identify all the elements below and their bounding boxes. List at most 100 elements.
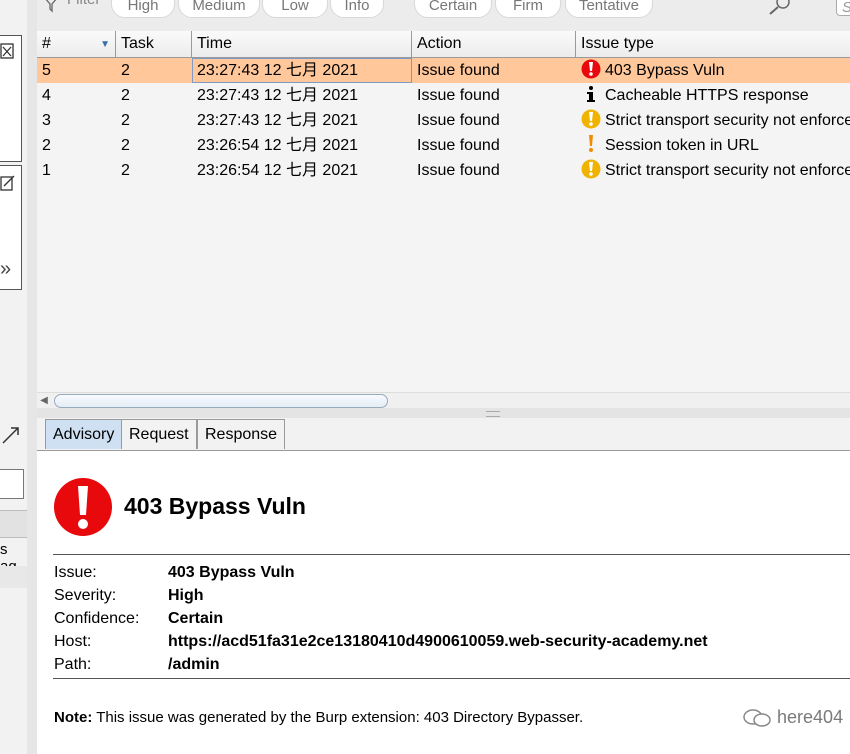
- cell-issue-type: 403 Bypass Vuln: [576, 58, 850, 83]
- issue-type-text: Session token in URL: [605, 137, 759, 154]
- confidence-value: Certain: [168, 610, 224, 627]
- severity-label: Severity:: [54, 587, 117, 604]
- issue-label: Issue:: [54, 564, 97, 581]
- maximize-icon[interactable]: [0, 423, 24, 447]
- note-label: Note:: [54, 709, 93, 726]
- host-value[interactable]: https://acd51fa31e2ce13180410d4900610059…: [168, 633, 708, 651]
- table-row[interactable]: 1 2 23:26:54 12 七月 2021 Issue found Strict t…: [37, 158, 850, 183]
- cell-task: 2: [121, 137, 130, 154]
- left-header: [0, 510, 27, 538]
- low-severity-icon: [581, 159, 601, 179]
- high-severity-icon: [581, 59, 601, 79]
- cell-number: 2: [42, 137, 51, 154]
- cell-task: 2: [121, 87, 130, 104]
- host-label: Host:: [54, 633, 92, 650]
- cell-issue-type: Strict transport security not enforced: [576, 108, 850, 133]
- watermark: here404: [742, 707, 843, 728]
- cell-time: 23:27:43 12 七月 2021: [197, 87, 359, 104]
- issue-table: # ▼ Task Time Action Issue type 5 2 23:27:4…: [37, 31, 850, 408]
- table-row[interactable]: 5 2 23:27:43 12 七月 2021 Issue found 403 Bypa…: [37, 58, 850, 83]
- expand-chevrons-icon[interactable]: »: [0, 258, 11, 281]
- cell-issue-type: Cacheable HTTPS response: [576, 83, 850, 108]
- column-header-number[interactable]: # ▼: [37, 31, 116, 57]
- cell-action: Issue found: [417, 87, 500, 104]
- info-icon: [587, 86, 595, 103]
- cell-time: 23:26:54 12 七月 2021: [197, 162, 359, 179]
- advisory-note: Note: This issue was generated by the Bu…: [54, 709, 583, 726]
- cell-number: 1: [42, 162, 51, 179]
- cell-time: 23:27:43 12 七月 2021: [197, 112, 359, 129]
- wechat-logo-icon: [743, 709, 771, 727]
- left-panel-box: [0, 35, 22, 162]
- cell-task: 2: [121, 162, 130, 179]
- filter-info-button[interactable]: Info: [330, 0, 384, 18]
- scrollbar-thumb[interactable]: [54, 394, 388, 408]
- sort-desc-icon: ▼: [100, 39, 110, 50]
- column-header-action[interactable]: Action: [412, 31, 576, 57]
- table-row[interactable]: 4 2 23:27:43 12 七月 2021 Issue found Cacheabl…: [37, 83, 850, 108]
- issue-type-text: 403 Bypass Vuln: [605, 62, 725, 79]
- cell-action: Issue found: [417, 112, 500, 129]
- filter-tentative-button[interactable]: Tentative: [565, 0, 653, 18]
- cell-issue-type: Strict transport security not enforced: [576, 158, 850, 183]
- issue-type-text: Strict transport security not enforced: [605, 112, 850, 129]
- filter-label: Filter: [67, 0, 100, 8]
- cell-task: 2: [121, 112, 130, 129]
- tab-request[interactable]: Request: [121, 419, 197, 449]
- table-row[interactable]: 3 2 23:27:43 12 七月 2021 Issue found Strict t…: [37, 108, 850, 133]
- cell-time: 23:26:54 12 七月 2021: [197, 137, 359, 154]
- filter-firm-button[interactable]: Firm: [495, 0, 561, 18]
- issue-type-text: Strict transport security not enforced: [605, 162, 850, 179]
- advisory-panel: 403 Bypass Vuln Issue: 403 Bypass Vuln S…: [37, 451, 850, 754]
- filter-high-button[interactable]: High: [111, 0, 175, 18]
- column-header-task[interactable]: Task: [116, 31, 192, 57]
- issue-type-text: Cacheable HTTPS response: [605, 87, 809, 104]
- note-text: This issue was generated by the Burp ext…: [92, 709, 584, 726]
- splitter-grip-icon[interactable]: [486, 411, 500, 417]
- cell-number: 4: [42, 87, 51, 104]
- divider: [53, 554, 850, 555]
- medium-severity-icon: [589, 135, 593, 153]
- divider: [53, 678, 850, 679]
- cell-number: 5: [42, 62, 51, 79]
- path-value: /admin: [168, 656, 220, 673]
- cell-issue-type: Session token in URL: [576, 133, 850, 158]
- column-header-issue-type[interactable]: Issue type: [576, 31, 850, 57]
- left-panel-box-2: »: [0, 165, 22, 290]
- left-row: [0, 566, 27, 588]
- cell-time: 23:27:43 12 七月 2021: [192, 58, 412, 83]
- scroll-left-icon[interactable]: ◀: [37, 395, 51, 407]
- tab-response[interactable]: Response: [197, 419, 286, 449]
- detail-tabs: Advisory Request Response: [37, 418, 850, 451]
- low-severity-icon: [581, 109, 601, 129]
- path-label: Path:: [54, 656, 92, 673]
- cell-action: Issue found: [417, 162, 500, 179]
- watermark-text: here404: [777, 707, 844, 727]
- delete-icon[interactable]: [0, 40, 20, 64]
- cell-action: Issue found: [417, 137, 500, 154]
- left-input[interactable]: [0, 469, 24, 499]
- search-icon[interactable]: [767, 0, 793, 16]
- filter-bar: Filter High Medium Low Info Certain Firm…: [37, 0, 850, 32]
- left-panel: » s ag: [0, 0, 27, 754]
- horizontal-scrollbar[interactable]: ◀: [37, 392, 850, 409]
- severity-value: High: [168, 587, 204, 604]
- filter-low-button[interactable]: Low: [262, 0, 328, 18]
- filter-icon: [45, 0, 57, 13]
- confidence-label: Confidence:: [54, 610, 140, 627]
- table-header: # ▼ Task Time Action Issue type: [37, 31, 850, 58]
- popout-icon[interactable]: [0, 172, 20, 196]
- advisory-title: 403 Bypass Vuln: [124, 493, 306, 519]
- search-input[interactable]: Search: [836, 0, 850, 16]
- cell-number: 3: [42, 112, 51, 129]
- filter-medium-button[interactable]: Medium: [178, 0, 260, 18]
- tab-advisory[interactable]: Advisory: [45, 419, 123, 449]
- pane-splitter[interactable]: [37, 408, 850, 418]
- cell-action: Issue found: [417, 62, 500, 79]
- column-header-time[interactable]: Time: [192, 31, 412, 57]
- filter-certain-button[interactable]: Certain: [414, 0, 492, 18]
- high-severity-icon: [54, 478, 112, 536]
- issue-value: 403 Bypass Vuln: [168, 564, 295, 581]
- table-row[interactable]: 2 2 23:26:54 12 七月 2021 Issue found Session …: [37, 133, 850, 158]
- cell-task: 2: [121, 62, 130, 79]
